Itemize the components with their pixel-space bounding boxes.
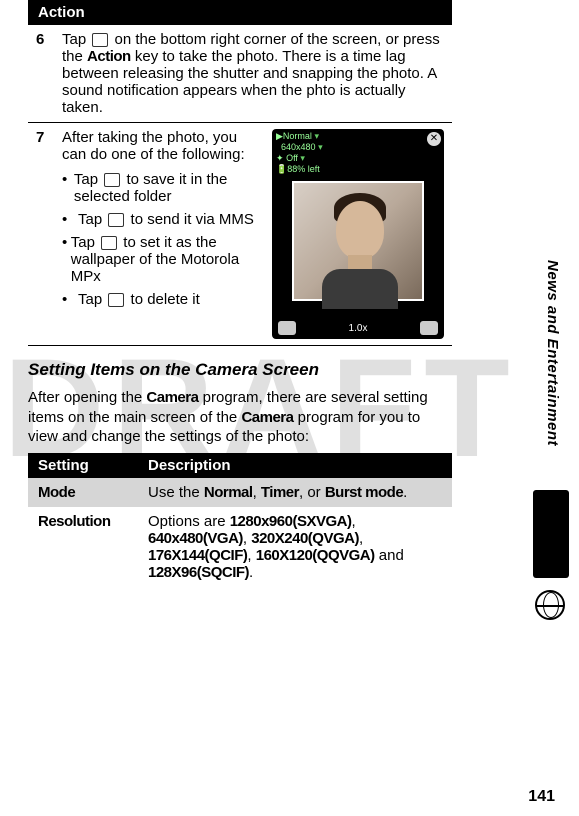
bullet-delete: •Tap to delete it (62, 291, 264, 308)
res-s4: , (247, 547, 255, 564)
captured-photo (292, 181, 424, 301)
step7-intro: After taking the photo, you can do one o… (62, 129, 245, 163)
b3a: Tap (71, 234, 99, 251)
wallpaper-icon (101, 236, 117, 250)
mode-label: Mode (28, 478, 138, 507)
phone-res: 640x480 (281, 142, 316, 152)
phone-right-icon[interactable] (420, 321, 438, 335)
step-7-cell: After taking the photo, you can do one o… (54, 123, 452, 346)
action-key-label: Action (87, 48, 131, 65)
row-mode: Mode Use the Normal, Timer, or Burst mod… (28, 478, 452, 507)
settings-col-1: Setting (28, 453, 138, 478)
mode-v2: Timer (261, 484, 299, 501)
bullet-wallpaper: •Tap to set it as the wallpaper of the M… (62, 234, 264, 285)
res-v6: 128X96(SQCIF) (148, 564, 249, 581)
step7-bullets: •Tap to save it in the selected folder •… (62, 171, 264, 308)
res-s5: and (375, 547, 404, 564)
globe-icon (535, 590, 565, 620)
phone-bottombar: 1.0x (278, 321, 438, 335)
res-v2: 640x480(VGA) (148, 530, 243, 547)
step6-text-a: Tap (62, 31, 90, 48)
camera-word-2: Camera (241, 409, 293, 426)
page-content: Action 6 Tap on the bottom right corner … (0, 0, 490, 587)
res-s2: , (243, 530, 251, 547)
mode-desc: Use the Normal, Timer, or Burst mode. (138, 478, 452, 507)
bullet-send: •Tap to send it via MMS (62, 211, 264, 228)
close-icon[interactable]: ✕ (427, 132, 441, 146)
b4b: to delete it (126, 291, 199, 308)
res-v5: 160X120(QQVGA) (256, 547, 375, 564)
step-7-number: 7 (28, 123, 54, 346)
step-7-row: 7 After taking the photo, you can do one… (28, 123, 452, 346)
res-v3: 320X240(QVGA) (251, 530, 359, 547)
save-icon (104, 173, 120, 187)
mode-s2: , or (299, 484, 325, 501)
mode-s1: , (253, 484, 261, 501)
step-6-text: Tap on the bottom right corner of the sc… (54, 25, 452, 123)
mode-v1: Normal (204, 484, 253, 501)
mode-pre: Use the (148, 484, 204, 501)
phone-storage: 88% left (287, 164, 320, 174)
phone-left-icon[interactable] (278, 321, 296, 335)
step-6-number: 6 (28, 25, 54, 123)
para-a: After opening the (28, 389, 146, 406)
bullet-save: •Tap to save it in the selected folder (62, 171, 264, 205)
zoom-level: 1.0x (349, 323, 368, 334)
camera-word-1: Camera (146, 389, 198, 406)
res-v1: 1280x960(SXVGA) (230, 513, 352, 530)
send-mms-icon (108, 213, 124, 227)
step-6-row: 6 Tap on the bottom right corner of the … (28, 25, 452, 123)
settings-table: Setting Description Mode Use the Normal,… (28, 453, 452, 587)
intro-paragraph: After opening the Camera program, there … (28, 388, 452, 447)
page-number: 141 (528, 788, 555, 806)
phone-mode: Normal (283, 131, 312, 141)
row-resolution: Resolution Options are 1280x960(SXVGA), … (28, 507, 452, 587)
phone-topbar: ▶Normal ▾ 640x480 ▾ ✦ Off ▾ 🔋88% left (276, 131, 424, 175)
res-s1: , (351, 513, 355, 530)
b2a: Tap (78, 211, 106, 228)
settings-col-2: Description (138, 453, 452, 478)
action-header: Action (28, 0, 452, 25)
delete-icon (108, 293, 124, 307)
camera-capture-icon (92, 33, 108, 47)
mode-post: . (403, 484, 407, 501)
mode-v3: Burst mode (325, 484, 403, 501)
res-v4: 176X144(QCIF) (148, 547, 247, 564)
b4a: Tap (78, 291, 106, 308)
res-s3: , (359, 530, 363, 547)
b2b: to send it via MMS (126, 211, 254, 228)
phone-flash: Off (286, 153, 298, 163)
thumb-tab (533, 490, 569, 578)
step-7-text: After taking the photo, you can do one o… (62, 129, 264, 339)
resolution-label: Resolution (28, 507, 138, 587)
b1a: Tap (74, 171, 102, 188)
settings-header-row: Setting Description (28, 453, 452, 478)
steps-table: 6 Tap on the bottom right corner of the … (28, 25, 452, 346)
res-pre: Options are (148, 513, 230, 530)
res-post: . (249, 564, 253, 581)
phone-screenshot: ▶Normal ▾ 640x480 ▾ ✦ Off ▾ 🔋88% left ✕ (272, 129, 444, 339)
sidebar-section-title: News and Entertainment (544, 260, 561, 446)
resolution-desc: Options are 1280x960(SXVGA), 640x480(VGA… (138, 507, 452, 587)
subheading: Setting Items on the Camera Screen (28, 360, 452, 380)
